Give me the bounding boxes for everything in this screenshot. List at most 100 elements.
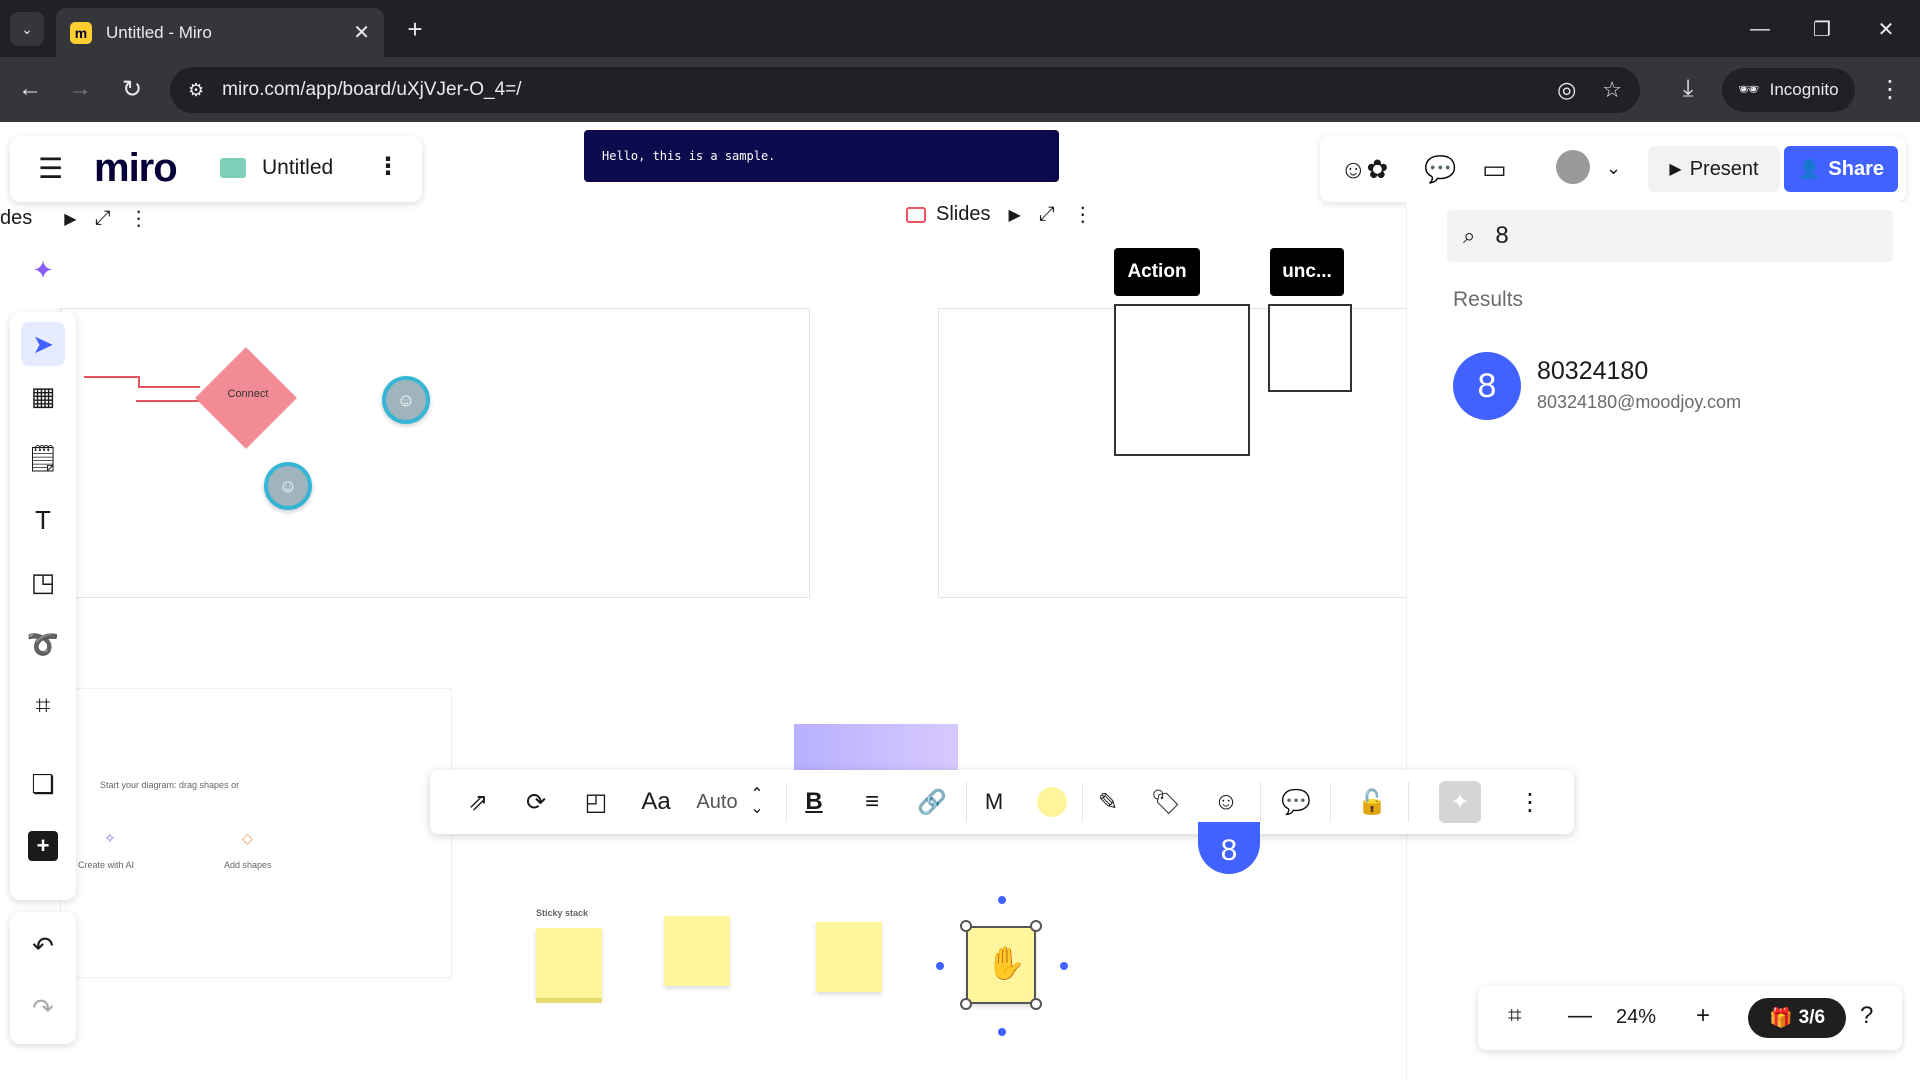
undo-icon[interactable]: ↶ [21,924,65,968]
more-icon[interactable]: ⋮ [1073,202,1093,227]
font-size-stepper-icon[interactable]: ⌃ ⌄ [742,784,772,820]
tab-search-chevron-icon[interactable]: ⌄ [10,12,44,46]
url-text[interactable]: miro.com/app/board/uXjVJer-O_4=/ [222,79,1531,101]
sticky-note-icon[interactable]: 🗒 [21,436,65,480]
bookmark-star-icon[interactable]: ☆ [1602,77,1622,103]
slides-left-label[interactable]: des [0,207,32,230]
shapes-icon[interactable]: ◳ [21,560,65,604]
connector-dot[interactable] [998,1028,1006,1036]
frame-left[interactable] [60,308,810,598]
sticky-shape-icon[interactable]: ◰ [578,784,614,820]
font-icon[interactable]: Aa [638,784,674,820]
resize-handle[interactable] [1030,998,1042,1010]
bold-icon[interactable]: B [796,784,832,820]
connector-line[interactable] [136,400,200,402]
add-shapes-label[interactable]: Add shapes [224,860,272,870]
zoom-in-icon[interactable]: + [1696,1002,1710,1030]
sticky-note[interactable] [536,928,602,998]
result-name[interactable]: 80324180 [1537,357,1648,386]
ai-sparkle-icon[interactable]: ✧ [104,830,116,847]
comment-icon[interactable]: 💬 [1278,784,1314,820]
create-with-ai-label[interactable]: Create with AI [78,860,134,870]
connector-dot[interactable] [936,962,944,970]
action-box[interactable] [1114,304,1250,456]
play-icon[interactable]: ▶ [64,209,76,229]
browser-menu-icon[interactable]: ⋮ [1872,71,1908,107]
zoom-out-icon[interactable]: — [1568,1002,1592,1030]
select-cursor-icon[interactable]: ➤ [21,322,65,366]
download-icon[interactable]: ⤓ [1670,71,1706,107]
reload-icon[interactable]: ↻ [114,71,150,107]
reactions-icon[interactable]: ☺✿ [1340,154,1388,185]
slides-button[interactable]: Slides [906,203,990,226]
eye-off-icon[interactable]: ◎ [1557,77,1576,103]
video-call-icon[interactable]: ▭ [1482,154,1507,185]
unc-tag[interactable]: unc... [1270,248,1344,296]
connector-line[interactable] [138,376,140,386]
browser-tab[interactable]: m Untitled - Miro ✕ [56,8,384,57]
templates-icon[interactable]: ▦ [21,374,65,418]
minimize-icon[interactable]: — [1740,12,1780,46]
omnibox[interactable]: ⚙ miro.com/app/board/uXjVJer-O_4=/ ◎ ☆ [170,67,1640,113]
sticky-note[interactable] [816,922,882,992]
shapes-icon[interactable]: ◇ [242,830,253,847]
pages-pill[interactable]: 🎁 3/6 [1748,998,1846,1038]
site-settings-icon[interactable]: ⚙ [188,80,204,101]
share-button[interactable]: 👤 Share [1784,146,1898,192]
duplicate-icon[interactable]: ❏ [21,762,65,806]
play-icon[interactable]: ▶ [1008,205,1020,225]
color-picker[interactable] [1034,784,1070,820]
expand-icon[interactable]: ⤢ [1039,203,1055,226]
collaborator-avatar[interactable]: ☺ [264,462,312,510]
present-button[interactable]: ▶ Present [1648,146,1780,192]
ai-sparkle-icon[interactable]: ✦ [21,248,65,292]
more-options-icon[interactable]: ⋮ [1512,784,1548,820]
frame-icon[interactable]: ⌗ [21,684,65,728]
tag-icon[interactable]: 🏷 [1148,784,1184,820]
fit-frame-icon[interactable]: ⌗ [1508,1002,1522,1030]
board-options-icon[interactable]: ⋮ [376,152,400,181]
search-input[interactable]: ⌕ 8 [1447,210,1893,262]
connector-line[interactable] [84,376,138,378]
font-size-value[interactable]: Auto [692,784,742,820]
miro-logo[interactable]: miro [94,146,178,191]
unc-box[interactable] [1268,304,1352,392]
chat-icon[interactable]: 💬 [1424,154,1456,185]
sticky-note[interactable] [664,916,730,986]
redo-icon[interactable]: ↷ [21,986,65,1030]
expand-icon[interactable]: ⤢ [95,207,111,230]
collaborator-avatar[interactable]: ☺ [382,376,430,424]
resize-handle[interactable] [1030,920,1042,932]
link-icon[interactable]: 🔗 [914,784,950,820]
help-icon[interactable]: ? [1860,1002,1873,1030]
result-avatar[interactable]: 8 [1453,352,1521,420]
new-tab-icon[interactable]: + [398,12,432,46]
lock-icon[interactable]: 🔓 [1354,784,1390,820]
user-avatar[interactable] [1556,150,1590,184]
miro-board[interactable]: ☰ miro Untitled ⋮ Hello, this is a sampl… [0,122,1920,1080]
ai-assist-icon[interactable]: ✦ [1438,781,1482,823]
connector-dot[interactable] [998,896,1006,904]
add-reaction-icon[interactable]: ☺ [1208,784,1244,820]
close-tab-icon[interactable]: ✕ [353,20,370,45]
forward-icon[interactable]: → [62,71,98,107]
text-icon[interactable]: T [21,498,65,542]
more-icon[interactable]: ⋮ [129,206,149,231]
align-icon[interactable]: ≡ [854,784,890,820]
font-initial[interactable]: M [976,784,1012,820]
incognito-badge[interactable]: 🕶 Incognito [1722,68,1855,112]
zoom-level[interactable]: 24% [1616,1006,1656,1029]
lasso-pen-icon[interactable]: ➰ [21,622,65,666]
board-name[interactable]: Untitled [262,156,333,180]
close-window-icon[interactable]: ✕ [1866,12,1906,46]
more-tools-plus-icon[interactable]: + [21,824,65,868]
purple-shape[interactable] [794,724,958,770]
resize-handle[interactable] [960,998,972,1010]
shape-swap-icon[interactable]: ⟳ [518,784,554,820]
resize-handle[interactable] [960,920,972,932]
frame-diagram-template[interactable] [60,688,452,978]
pen-edit-icon[interactable]: ✎ [1090,784,1126,820]
action-tag[interactable]: Action [1114,248,1200,296]
main-menu-icon[interactable]: ☰ [38,152,63,185]
back-icon[interactable]: ← [12,71,48,107]
